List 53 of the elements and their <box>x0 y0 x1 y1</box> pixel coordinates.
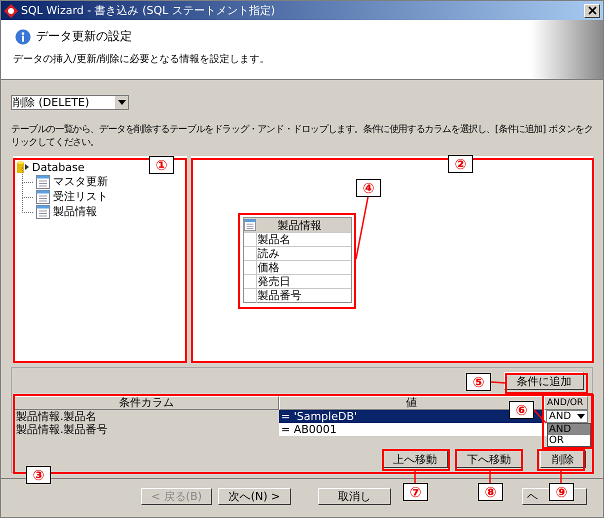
leader-line <box>560 470 562 483</box>
column-item[interactable]: 製品番号 <box>258 288 302 303</box>
column-item[interactable]: 発売日 <box>258 274 291 289</box>
dropdown-arrow-icon <box>577 414 585 419</box>
app-logo-icon <box>4 4 18 18</box>
operation-dropdown[interactable]: 削除 (DELETE) <box>11 95 129 110</box>
column-item[interactable]: 読み <box>258 246 280 261</box>
callout-number: ③ <box>26 466 51 484</box>
table-cell-text: 製品情報.製品名 <box>15 410 98 423</box>
dropdown-option[interactable]: AND <box>548 424 590 435</box>
delete-button[interactable]: 削除 <box>540 450 586 468</box>
next-button[interactable]: 次へ(N) > <box>218 488 291 505</box>
dropdown-arrow-icon <box>118 100 126 105</box>
callout-number: ⑧ <box>478 483 503 501</box>
leader-line <box>489 470 491 483</box>
leader-line <box>532 408 547 424</box>
move-up-button[interactable]: 上へ移動 <box>382 450 448 468</box>
tree-item[interactable]: 受注リスト <box>53 189 108 204</box>
info-icon <box>15 28 31 44</box>
column-item[interactable]: 価格 <box>258 260 280 275</box>
callout-number: ① <box>149 156 174 174</box>
tree-item[interactable]: 製品情報 <box>53 204 97 219</box>
leader-line <box>490 381 506 384</box>
column-item[interactable]: 製品名 <box>258 232 291 247</box>
database-icon <box>16 160 29 174</box>
column-header: 条件カラム <box>14 396 279 410</box>
callout-number: ② <box>448 155 473 173</box>
leader-line <box>414 470 416 483</box>
page-title: データ更新の設定 <box>36 28 132 45</box>
tree-item[interactable]: マスタ更新 <box>53 174 108 189</box>
table-icon <box>244 219 256 231</box>
table-widget[interactable]: 製品情報 製品名 読み 価格 発売日 製品番号 <box>242 217 352 303</box>
instruction-text: テーブルの一覧から、データを削除するテーブルをドラッグ・アンド・ドロップします。条件に使用するカラムを選択し、[条件に追加] ボタンをクリックしてください。 <box>11 123 593 150</box>
table-icon <box>36 204 50 218</box>
leader-line <box>355 196 369 260</box>
callout-number: ④ <box>356 179 381 197</box>
callout-number: ⑨ <box>549 483 574 501</box>
close-button[interactable] <box>584 4 600 18</box>
callout-number: ⑤ <box>466 373 491 391</box>
table-title: 製品情報 <box>278 218 322 232</box>
dropdown-option[interactable]: OR <box>548 435 590 446</box>
table-cell[interactable]: = AB0001 <box>279 423 544 436</box>
column-header: AND/OR <box>544 396 588 410</box>
table-cell-text: 製品情報.製品番号 <box>15 423 108 436</box>
tree-item[interactable]: Database <box>32 160 84 174</box>
cancel-button[interactable]: 取消し <box>318 488 391 505</box>
table-icon <box>36 190 50 204</box>
callout-number: ⑦ <box>403 483 428 501</box>
table-icon <box>36 174 50 188</box>
close-icon <box>588 6 596 15</box>
page-description: データの挿入/更新/削除に必要となる情報を設定します。 <box>13 52 271 66</box>
and-or-dropdown[interactable]: AND <box>546 410 588 423</box>
window-title: SQL Wizard - 書き込み (SQL ステートメント指定) <box>21 3 276 18</box>
